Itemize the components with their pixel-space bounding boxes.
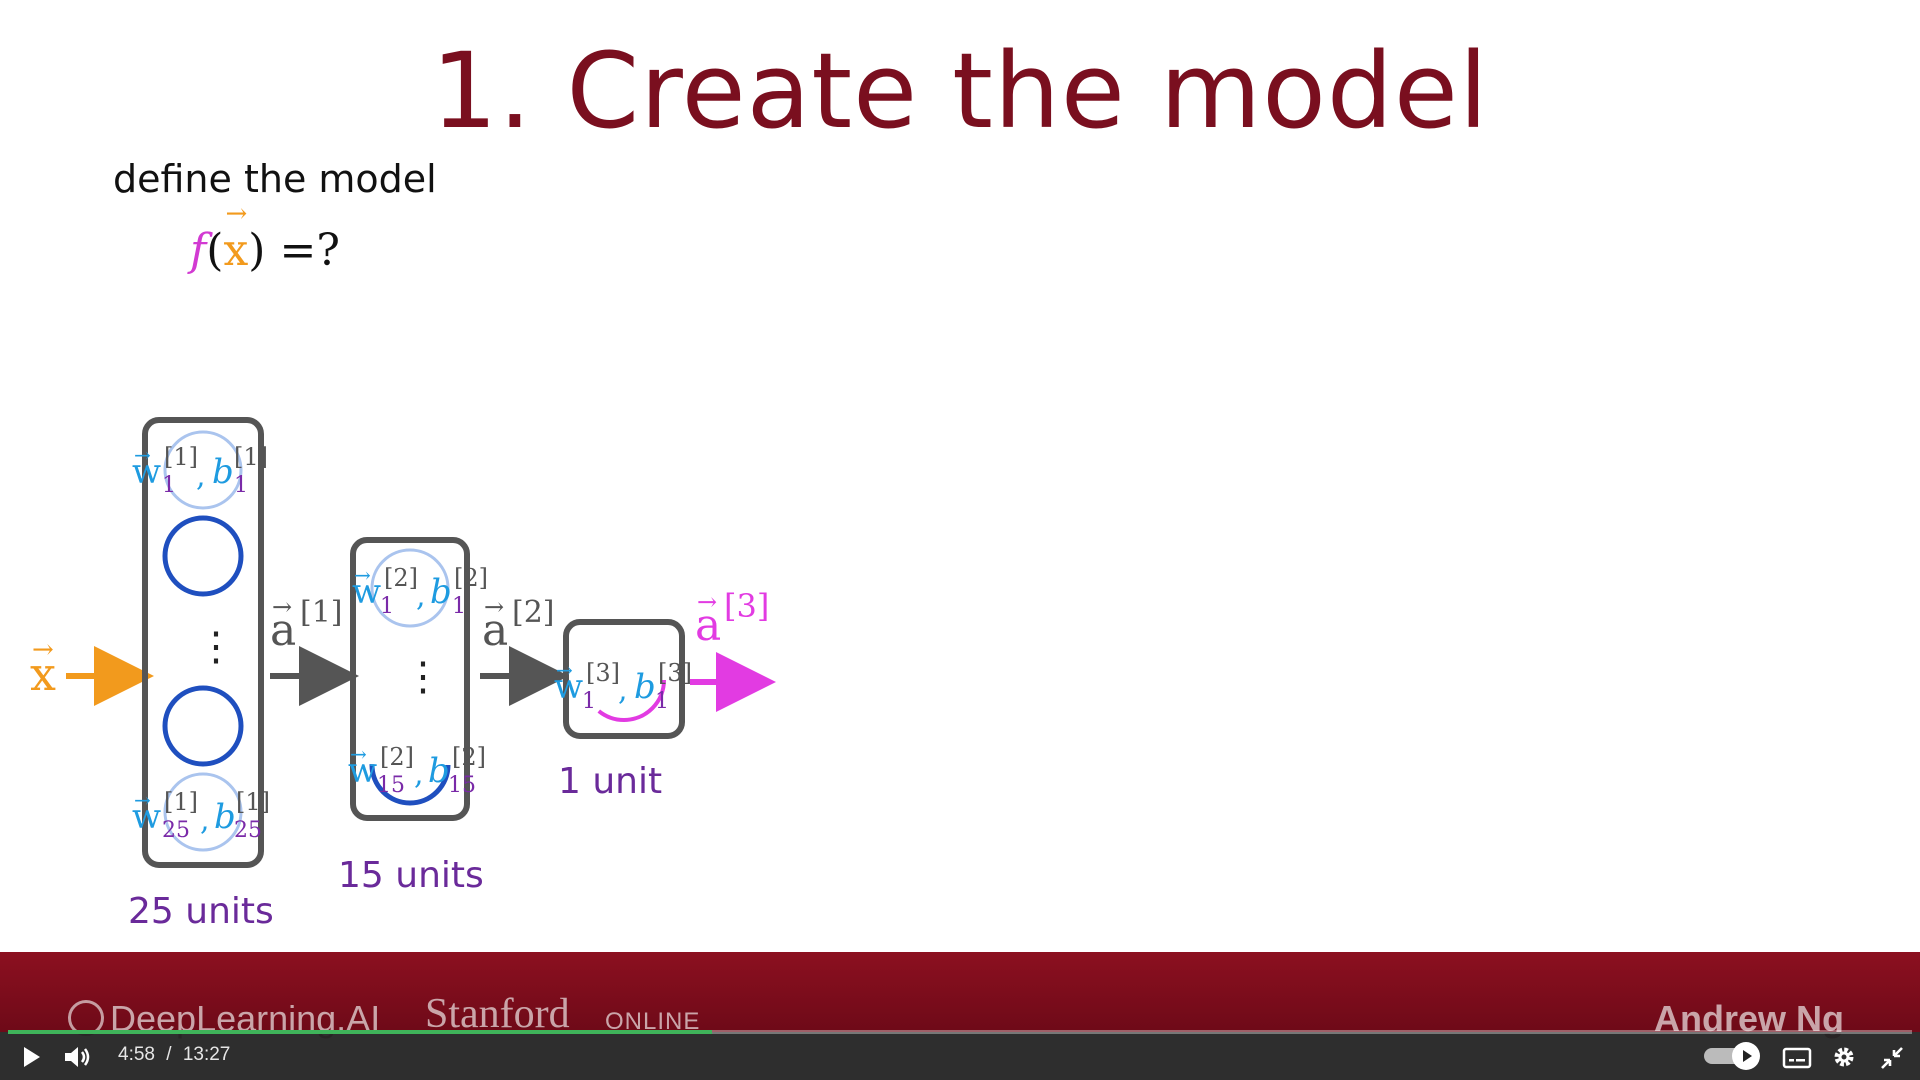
settings-gear-icon[interactable]	[1830, 1043, 1858, 1071]
layer1-b-top-sup: [1]	[234, 443, 268, 471]
layer1-ellipsis: ⋮	[196, 624, 236, 670]
layer2-w-bot-sub: 15	[377, 773, 405, 798]
layer3-b-sup: [3]	[658, 659, 692, 687]
a2-vector-arrow: →	[484, 593, 504, 621]
layer1-w-top-arrow: →	[134, 443, 151, 467]
layer2-b-bot-sub: 15	[448, 773, 476, 798]
progress-bar[interactable]	[8, 1030, 1912, 1034]
layer1-neuron-2	[162, 515, 244, 597]
layer2-w-top-arrow: →	[354, 563, 371, 587]
layer1-units-label: 25 units	[128, 891, 274, 932]
a1-sup: [1]	[300, 595, 343, 630]
volume-icon[interactable]	[62, 1044, 92, 1070]
layer3-w-arrow: →	[556, 658, 573, 682]
model-formula: f(x) =?	[190, 225, 340, 276]
layer1-w-top-sup: [1]	[164, 443, 198, 471]
layer3-w-sub: 1	[582, 689, 596, 714]
formula-open: (	[206, 225, 224, 276]
layer1-w-bot-sup: [1]	[164, 788, 198, 816]
slide-subtitle: define the model	[113, 157, 437, 201]
layer2-w-bot-sup: [2]	[380, 743, 414, 771]
autoplay-toggle-knob	[1732, 1042, 1760, 1070]
layer2-b-bot: b	[428, 751, 450, 791]
progress-fill	[8, 1030, 713, 1034]
layer2-b-top-sup: [2]	[454, 564, 488, 592]
formula-x: x	[223, 225, 248, 276]
layer1-b-bot: b	[214, 797, 236, 837]
layer2-b-top-sub: 1	[452, 594, 466, 619]
layer1-b-bot-sub: 25	[234, 818, 262, 843]
input-x-vector-arrow: →	[32, 635, 54, 665]
layer1-comma-bot: ,	[200, 803, 210, 838]
layer1-comma-top: ,	[196, 459, 206, 494]
layer2-comma-top: ,	[416, 579, 426, 614]
slide-title: 1. Create the model	[431, 30, 1489, 152]
autoplay-toggle[interactable]	[1704, 1042, 1760, 1070]
exit-fullscreen-icon[interactable]	[1878, 1044, 1906, 1072]
formula-close: ) =?	[248, 225, 340, 276]
layer1-w-bot-sub: 25	[162, 818, 190, 843]
time-total: 13:27	[182, 1044, 231, 1065]
a2-sup: [2]	[512, 595, 555, 630]
captions-icon[interactable]	[1782, 1046, 1812, 1070]
layer3-w-sup: [3]	[586, 659, 620, 687]
layer2-b-bot-sup: [2]	[452, 743, 486, 771]
layer3-units-label: 1 unit	[558, 761, 662, 802]
time-display: 4:58 / 13:27	[118, 1044, 230, 1066]
layer3-b-sub: 1	[655, 689, 669, 714]
player-controls	[0, 1032, 1920, 1080]
layer2-comma-bot: ,	[414, 757, 424, 792]
time-separator: /	[166, 1044, 172, 1065]
layer1-w-bot-arrow: →	[134, 788, 151, 812]
layer2-w-top-sup: [2]	[384, 564, 418, 592]
layer2-ellipsis: ⋮	[403, 654, 443, 700]
neural-network-diagram: x → ⋮ w → [1] 1 , b [1] 1 w → [1] 25 , b…	[30, 417, 776, 932]
layer2-units-label: 15 units	[338, 855, 484, 896]
autoplay-play-icon	[1743, 1050, 1752, 1062]
layer3-comma: ,	[618, 673, 628, 708]
layer1-b-top: b	[212, 452, 234, 492]
layer1-b-top-sub: 1	[234, 473, 248, 498]
a3-sup: [3]	[724, 587, 769, 625]
play-icon[interactable]	[18, 1044, 44, 1070]
layer2-w-bot-arrow: →	[350, 742, 367, 766]
layer2-b-top: b	[430, 572, 452, 612]
layer3-b: b	[634, 667, 656, 707]
layer2-w-top-sub: 1	[380, 594, 394, 619]
layer1-w-top-sub: 1	[162, 473, 176, 498]
layer1-b-bot-sup: [1]	[236, 788, 270, 816]
formula-f: f	[190, 225, 207, 276]
a1-vector-arrow: →	[272, 593, 292, 621]
time-current: 4:58	[118, 1044, 155, 1065]
a3-vector-arrow: →	[697, 588, 717, 616]
layer1-neuron-24	[162, 685, 244, 767]
